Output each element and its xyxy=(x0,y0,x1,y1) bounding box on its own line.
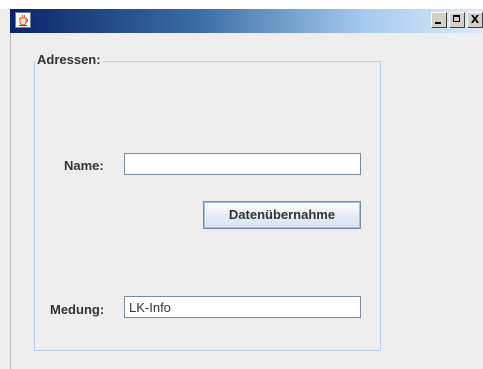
name-label: Name: xyxy=(64,158,104,173)
java-cup-icon[interactable] xyxy=(15,12,31,28)
group-title: Adressen: xyxy=(35,52,103,68)
close-button[interactable]: X xyxy=(467,12,483,28)
top-strip xyxy=(0,0,483,9)
title-bar[interactable]: X xyxy=(10,9,483,33)
application-window: X Adressen: Name: Datenübernahme Medung: xyxy=(0,0,483,369)
meldung-label: Medung: xyxy=(50,302,105,317)
meldung-field[interactable] xyxy=(124,296,361,318)
name-field[interactable] xyxy=(124,153,361,175)
maximize-button[interactable] xyxy=(449,12,465,28)
window-left-border xyxy=(10,33,11,369)
window-controls: X xyxy=(431,12,483,28)
datenuebernahme-button[interactable]: Datenübernahme xyxy=(203,201,361,229)
minimize-button[interactable] xyxy=(431,12,447,28)
close-icon: X xyxy=(470,13,480,26)
maximize-icon xyxy=(453,15,460,22)
minimize-icon xyxy=(435,22,441,24)
